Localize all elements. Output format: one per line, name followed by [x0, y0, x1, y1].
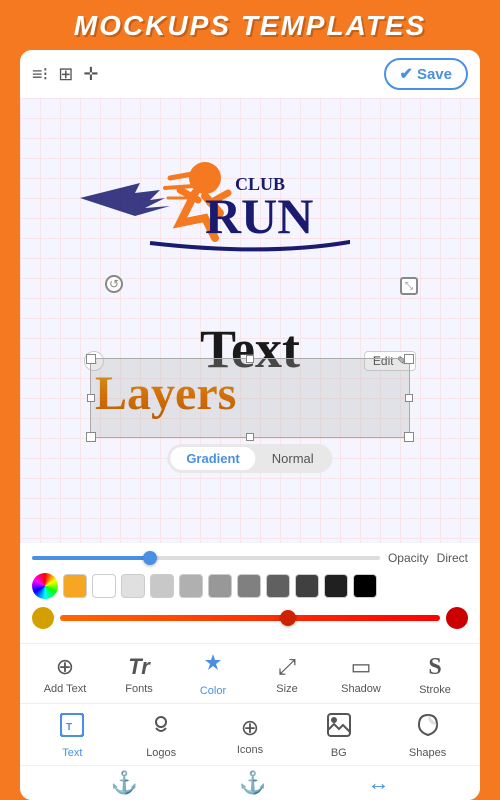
anchor-icon-left[interactable]: ⚓ [111, 770, 138, 796]
logo-area: CLUB RUN [50, 118, 350, 303]
stroke-slider-row [32, 607, 468, 629]
stroke-thumb[interactable] [280, 610, 296, 626]
fonts-icon: Tr [128, 654, 150, 680]
svg-text:RUN: RUN [205, 188, 313, 244]
bg-icon [326, 712, 352, 744]
handle-top-mid[interactable] [246, 355, 254, 363]
opacity-slider[interactable] [32, 556, 380, 560]
shapes-icon [415, 712, 441, 744]
logos-label: Logos [146, 747, 176, 759]
controls-section: Opacity Direct [20, 543, 480, 643]
color-swatch-gray5[interactable] [237, 574, 261, 598]
tool-row-2: T Text Logos ⊕ Icons [20, 708, 480, 763]
stroke-slider[interactable] [60, 615, 440, 621]
color-swatch-white[interactable] [92, 574, 116, 598]
normal-tab[interactable]: Normal [256, 447, 330, 470]
icons-label: Icons [237, 744, 263, 756]
tool-color[interactable]: Color [183, 652, 243, 697]
toolbar-left: ≡⁝ ⊞ ✛ [32, 64, 98, 85]
tool-fonts[interactable]: Tr Fonts [109, 654, 169, 695]
color-label: Color [200, 685, 226, 697]
text-layer2[interactable]: Layers [95, 366, 236, 421]
color-swatch-orange[interactable] [63, 574, 87, 598]
color-wheel[interactable] [32, 573, 58, 599]
tool-stroke[interactable]: S Stroke [405, 654, 465, 696]
tool-size[interactable]: ⤢ Size [257, 654, 317, 695]
color-icon [201, 652, 225, 682]
tool-text[interactable]: T Text [42, 712, 102, 759]
anchor-icon-right[interactable]: ↔ [367, 770, 389, 796]
color-swatch-black[interactable] [353, 574, 377, 598]
shapes-label: Shapes [409, 747, 446, 759]
svg-text:T: T [66, 722, 72, 733]
add-text-label: Add Text [44, 683, 87, 695]
tool-shapes[interactable]: Shapes [398, 712, 458, 759]
color-swatch-gray4[interactable] [208, 574, 232, 598]
anchor-icon-center[interactable]: ⚓ [239, 770, 266, 796]
add-text-icon: ⊕ [56, 654, 74, 680]
color-swatch-gray7[interactable] [295, 574, 319, 598]
icons-icon: ⊕ [241, 715, 259, 741]
tool-icons[interactable]: ⊕ Icons [220, 715, 280, 756]
layers-icon[interactable]: ≡⁝ [32, 64, 48, 85]
handle-right-mid[interactable] [405, 394, 413, 402]
shadow-icon: ▭ [351, 654, 372, 680]
direct-label: Direct [437, 551, 468, 565]
move-icon[interactable]: ✛ [83, 64, 98, 85]
stroke-circle-start [32, 607, 54, 629]
text-label: Text [62, 747, 82, 759]
opacity-label: Opacity [388, 551, 429, 565]
opacity-row: Opacity Direct [32, 551, 468, 565]
fonts-label: Fonts [125, 683, 153, 695]
text-icon: T [59, 712, 85, 744]
color-swatch-gray8[interactable] [324, 574, 348, 598]
canvas-toolbar: ≡⁝ ⊞ ✛ ✔ Save [20, 50, 480, 98]
color-swatch-gray2[interactable] [150, 574, 174, 598]
tool-row-1: ⊕ Add Text Tr Fonts Color ⤢ Size ▭ Shado… [20, 648, 480, 701]
stroke-label: Stroke [419, 684, 451, 696]
canvas-container: ≡⁝ ⊞ ✛ ✔ Save [20, 50, 480, 800]
rotate-handle[interactable]: ↺ [105, 275, 123, 293]
save-button[interactable]: ✔ Save [384, 58, 468, 90]
stroke-icon: S [428, 654, 441, 681]
app-title: MOCKUPS TEMPLATES [74, 10, 426, 41]
bottom-toolbar-row1: ⊕ Add Text Tr Fonts Color ⤢ Size ▭ Shado… [20, 643, 480, 703]
tool-add-text[interactable]: ⊕ Add Text [35, 654, 95, 695]
anchor-bar: ⚓ ⚓ ↔ [20, 765, 480, 800]
tool-shadow[interactable]: ▭ Shadow [331, 654, 391, 695]
handle-bottom-left[interactable] [86, 432, 96, 442]
tool-bg[interactable]: BG [309, 712, 369, 759]
tool-logos[interactable]: Logos [131, 712, 191, 759]
shadow-label: Shadow [341, 683, 381, 695]
color-palette [32, 573, 468, 599]
stroke-circle-end [446, 607, 468, 629]
handle-bottom-mid[interactable] [246, 433, 254, 441]
handle-top-right[interactable] [404, 354, 414, 364]
logos-icon [148, 712, 174, 744]
layer-tabs: Gradient Normal [167, 444, 332, 473]
app-header: MOCKUPS TEMPLATES [0, 0, 500, 50]
expand-handle[interactable]: ⤡ [400, 277, 418, 295]
check-icon: ✔ [400, 64, 413, 84]
opacity-thumb[interactable] [143, 551, 157, 565]
color-swatch-gray6[interactable] [266, 574, 290, 598]
size-icon: ⤢ [278, 654, 296, 680]
handle-bottom-right[interactable] [404, 432, 414, 442]
save-label: Save [417, 66, 452, 83]
handle-left-mid[interactable] [87, 394, 95, 402]
bottom-toolbar-row2: T Text Logos ⊕ Icons [20, 703, 480, 765]
handle-top-left[interactable] [86, 354, 96, 364]
size-label: Size [276, 683, 297, 695]
canvas-area[interactable]: CLUB RUN Text × Edit ✎ [20, 98, 480, 543]
gradient-tab[interactable]: Gradient [170, 447, 255, 470]
color-swatch-gray1[interactable] [121, 574, 145, 598]
bg-label: BG [331, 747, 347, 759]
color-swatch-gray3[interactable] [179, 574, 203, 598]
grid-icon[interactable]: ⊞ [58, 64, 73, 85]
